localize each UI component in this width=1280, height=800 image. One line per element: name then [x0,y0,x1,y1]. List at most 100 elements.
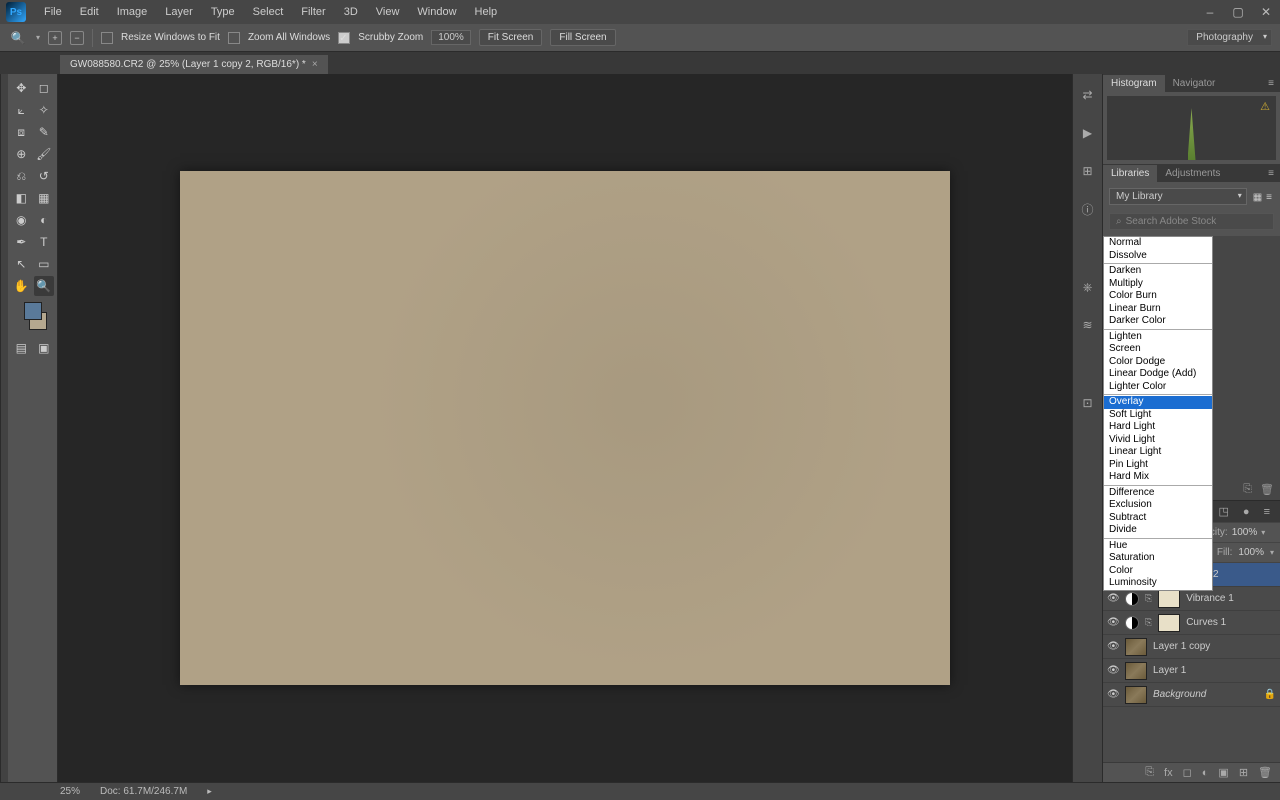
minimize-button[interactable]: – [1202,5,1218,19]
blend-exclusion[interactable]: Exclusion [1104,499,1212,512]
blend-divide[interactable]: Divide [1104,524,1212,537]
layer-row[interactable]: 👁 Layer 1 [1103,659,1280,683]
panel-menu-icon[interactable]: ≡ [1260,75,1280,92]
blend-difference[interactable]: Difference [1104,487,1212,500]
eyedropper-tool[interactable]: ✎ [34,122,54,142]
marquee-tool[interactable]: ◻ [34,78,54,98]
screenmode-icon[interactable]: ▣ [34,338,54,358]
clone-tool[interactable]: ⎌ [11,166,31,186]
filter-toggle-icon[interactable]: ● [1239,505,1254,518]
blend-saturation[interactable]: Saturation [1104,552,1212,565]
blend-soft-light[interactable]: Soft Light [1104,409,1212,422]
collapsed-icon-7[interactable]: ⊡ [1079,394,1097,412]
tool-preset-dropdown[interactable]: ▾ [36,33,40,42]
collapsed-icon-1[interactable]: ⇄ [1079,86,1097,104]
warning-icon[interactable]: ⚠ [1260,100,1270,113]
menu-image[interactable]: Image [109,2,156,22]
layer-row[interactable]: 👁 ⎘ Curves 1 [1103,611,1280,635]
maximize-button[interactable]: ▢ [1230,5,1246,19]
status-arrow-icon[interactable]: ▸ [207,786,212,797]
eraser-tool[interactable]: ◧ [11,188,31,208]
menu-window[interactable]: Window [409,2,464,22]
new-group-icon[interactable]: ▣ [1218,766,1228,779]
layer-name[interactable]: Vibrance 1 [1186,593,1234,604]
blend-linear-light[interactable]: Linear Light [1104,446,1212,459]
blend-mode-dropdown[interactable]: Normal Dissolve Darken Multiply Color Bu… [1103,236,1213,591]
pen-tool[interactable]: ✒ [11,232,31,252]
document-tab[interactable]: GW088580.CR2 @ 25% (Layer 1 copy 2, RGB/… [60,55,328,74]
zoom-tool-icon[interactable]: 🔍 [8,28,28,48]
scrubby-zoom-option[interactable]: ✓Scrubby Zoom [338,32,423,44]
layer-row[interactable]: 👁 ⎘ Vibrance 1 [1103,587,1280,611]
blend-luminosity[interactable]: Luminosity [1104,577,1212,590]
layer-style-icon[interactable]: fx [1164,767,1173,779]
close-tab-icon[interactable]: × [312,59,318,70]
foreground-color[interactable] [24,302,42,320]
gradient-tool[interactable]: ▦ [34,188,54,208]
hand-tool[interactable]: ✋ [11,276,31,296]
blend-subtract[interactable]: Subtract [1104,512,1212,525]
fit-screen-button[interactable]: Fit Screen [479,29,543,46]
menu-help[interactable]: Help [467,2,506,22]
list-view-icon[interactable]: ≡ [1264,190,1274,205]
layer-name[interactable]: Layer 1 [1153,665,1186,676]
magic-wand-tool[interactable]: ✧ [34,100,54,120]
quickmask-icon[interactable]: ▤ [11,338,31,358]
menu-select[interactable]: Select [245,2,292,22]
visibility-icon[interactable]: 👁 [1107,689,1119,700]
blend-pin-light[interactable]: Pin Light [1104,459,1212,472]
trash-icon[interactable]: 🗑 [1260,483,1274,496]
type-tool[interactable]: T [34,232,54,252]
blend-hard-mix[interactable]: Hard Mix [1104,471,1212,484]
collapsed-icon-5[interactable]: ⎈ [1079,278,1097,296]
layer-row[interactable]: 👁 Background 🔒 [1103,683,1280,707]
zoom-out-icon[interactable]: − [70,31,84,45]
blend-dissolve[interactable]: Dissolve [1104,250,1212,263]
menu-file[interactable]: File [36,2,70,22]
canvas-area[interactable] [58,74,1072,782]
opacity-dropdown-icon[interactable]: ▾ [1261,528,1265,537]
library-selector[interactable]: My Library [1109,188,1247,205]
delete-layer-icon[interactable]: 🗑 [1258,766,1272,779]
menu-edit[interactable]: Edit [72,2,107,22]
tab-histogram[interactable]: Histogram [1103,75,1165,92]
blend-color-dodge[interactable]: Color Dodge [1104,356,1212,369]
zoom-percent[interactable]: 100% [431,30,471,45]
collapsed-icon-4[interactable]: ⓘ [1079,200,1097,218]
layer-thumbnail[interactable] [1125,686,1147,704]
blend-hue[interactable]: Hue [1104,540,1212,553]
color-swatches[interactable] [10,302,55,330]
path-tool[interactable]: ↖ [11,254,31,274]
fill-screen-button[interactable]: Fill Screen [550,29,615,46]
visibility-icon[interactable]: 👁 [1107,665,1119,676]
blend-linear-burn[interactable]: Linear Burn [1104,303,1212,316]
blend-lighten[interactable]: Lighten [1104,331,1212,344]
blend-color[interactable]: Color [1104,565,1212,578]
brush-tool[interactable]: 🖌 [34,144,54,164]
blend-darker-color[interactable]: Darker Color [1104,315,1212,328]
new-layer-icon[interactable]: ⊞ [1239,766,1248,779]
collapsed-icon-3[interactable]: ⊞ [1079,162,1097,180]
collapsed-icon-2[interactable]: ▶ [1079,124,1097,142]
workspace-selector[interactable]: Photography [1187,29,1272,46]
blend-darken[interactable]: Darken [1104,265,1212,278]
shape-tool[interactable]: ▭ [34,254,54,274]
layer-mask-icon[interactable]: ◻ [1183,766,1192,779]
close-button[interactable]: ✕ [1258,5,1274,19]
layer-thumbnail[interactable] [1125,662,1147,680]
panel-menu-icon[interactable]: ≡ [1260,165,1280,182]
crop-tool[interactable]: ⧈ [11,122,31,142]
blend-linear-dodge[interactable]: Linear Dodge (Add) [1104,368,1212,381]
fill-dropdown-icon[interactable]: ▾ [1270,548,1274,557]
layer-name[interactable]: Curves 1 [1186,617,1226,628]
link-icon[interactable]: ⎘ [1243,483,1252,496]
blend-screen[interactable]: Screen [1104,343,1212,356]
healing-tool[interactable]: ⊕ [11,144,31,164]
layer-row[interactable]: 👁 Layer 1 copy [1103,635,1280,659]
layer-thumbnail[interactable] [1125,638,1147,656]
visibility-icon[interactable]: 👁 [1107,617,1119,628]
zoom-all-option[interactable]: Zoom All Windows [228,32,330,44]
new-adjustment-icon[interactable]: ◐ [1202,767,1209,779]
mask-thumbnail[interactable] [1158,590,1180,608]
collapsed-icon-6[interactable]: ≋ [1079,316,1097,334]
